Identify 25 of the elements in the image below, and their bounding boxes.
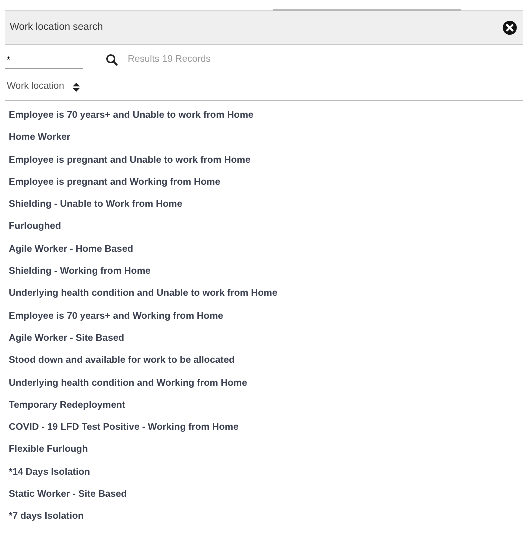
list-item[interactable]: Static Worker - Site Based — [9, 484, 523, 506]
list-item[interactable]: *14 Days Isolation — [9, 462, 523, 484]
list-item[interactable]: Underlying health condition and Unable to work from Home — [9, 283, 523, 306]
sort-icon[interactable] — [73, 83, 80, 92]
column-header[interactable]: Work location — [7, 80, 64, 95]
list-item[interactable]: COVID - 19 LFD Test Positive - Working from Home — [9, 417, 523, 440]
list-item[interactable]: Shielding - Working from Home — [9, 261, 523, 284]
list-item[interactable]: Temporary Redeployment — [9, 394, 523, 418]
list-item[interactable]: Employee is 70 years+ and Unable to work from Home — [9, 105, 523, 128]
list-item[interactable]: Underlying health condition and Working from Home — [9, 372, 523, 395]
list-item[interactable]: Stood down and available for work to be allocated — [9, 350, 523, 373]
list-item[interactable]: Employee is 70 years+ and Working from Home — [9, 306, 523, 328]
list-item[interactable]: Flexible Furlough — [9, 439, 523, 462]
list-item[interactable]: Employee is pregnant and Unable to work from Home — [9, 150, 523, 172]
close-button[interactable] — [503, 20, 517, 34]
dialog-title: Work location search — [10, 21, 104, 35]
list-item[interactable]: Agile Worker - Site Based — [9, 328, 523, 350]
list-item[interactable]: *7 days Isolation — [9, 506, 523, 529]
list-item[interactable]: Agile Worker - Home Based — [9, 238, 523, 262]
list-item[interactable]: Home Worker — [9, 127, 523, 150]
list-item[interactable]: Employee is pregnant and Working from Home — [9, 172, 523, 194]
list-item[interactable]: Shielding - Unable to Work from Home — [9, 194, 523, 216]
results-count: Results 19 Records — [128, 52, 211, 67]
list-item[interactable]: Furloughed — [9, 216, 523, 239]
search-icon[interactable] — [106, 54, 118, 66]
